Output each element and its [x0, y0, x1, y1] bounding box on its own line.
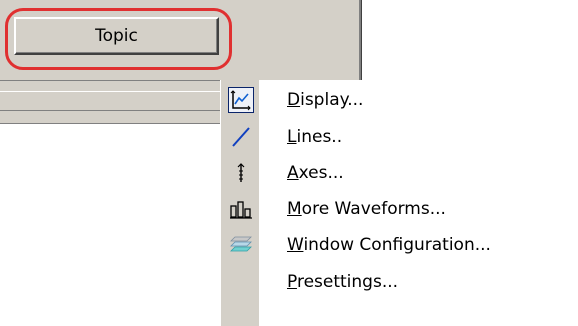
toolbar-edge: [359, 0, 362, 80]
menu-item-window-configuration[interactable]: Window Configuration...: [222, 228, 578, 262]
menu-item-axes[interactable]: Axes...: [222, 156, 578, 190]
status-strip-panel: [0, 91, 229, 111]
context-menu: Display... Lines.. Axes... More Waveform…: [221, 80, 578, 326]
topic-button[interactable]: Topic: [14, 17, 219, 55]
menu-item-lines[interactable]: Lines..: [222, 120, 578, 154]
menu-item-display[interactable]: Display...: [222, 83, 578, 117]
menu-item-presettings[interactable]: Presettings...: [222, 265, 578, 299]
line-icon: [231, 127, 250, 147]
display-chart-icon: [227, 87, 254, 113]
status-strip: [0, 80, 229, 124]
waveforms-icon: [229, 201, 252, 219]
menu-item-more-waveforms[interactable]: More Waveforms...: [222, 192, 578, 226]
axes-icon: [237, 163, 244, 182]
window-config-icon: [229, 236, 252, 252]
topic-button-label: Topic: [95, 26, 138, 46]
